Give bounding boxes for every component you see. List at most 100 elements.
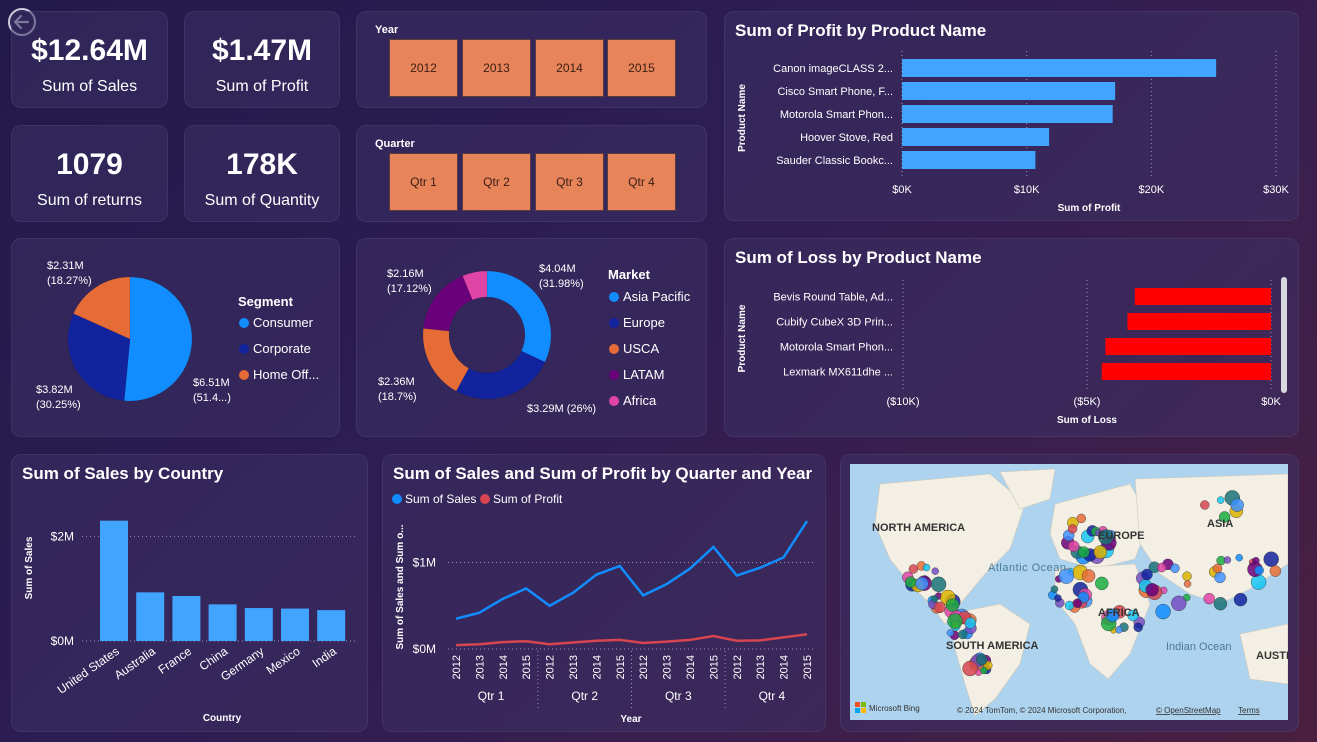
bar[interactable] — [281, 608, 309, 641]
profit-line[interactable] — [455, 633, 808, 647]
bar[interactable] — [317, 610, 346, 641]
map-bubble[interactable] — [1078, 546, 1090, 558]
legend-item-europe[interactable]: Europe — [609, 315, 665, 330]
map-bubble[interactable] — [1171, 595, 1187, 612]
legend-item-africa[interactable]: Africa — [609, 393, 656, 408]
legend-item-consumer[interactable]: Consumer — [239, 315, 313, 330]
bar[interactable] — [208, 604, 237, 641]
map-bubble[interactable] — [930, 576, 947, 593]
map-bubble[interactable] — [947, 613, 963, 629]
map-bubble[interactable] — [980, 666, 988, 675]
quarter-label: Qtr 3 — [665, 689, 692, 703]
bar[interactable] — [902, 59, 1217, 77]
map-bubble[interactable] — [1263, 551, 1279, 567]
year-option-2015[interactable]: 2015 — [607, 39, 676, 97]
map-bubble[interactable] — [1182, 571, 1192, 581]
scrollbar[interactable] — [1281, 277, 1287, 393]
map-bubble[interactable] — [1050, 585, 1059, 593]
quarter-option-1[interactable]: Qtr 1 — [389, 153, 458, 211]
map-bubble[interactable] — [1235, 553, 1243, 562]
world-map[interactable]: NORTH AMERICA EUROPE ASIA Atlantic Ocean… — [850, 464, 1288, 720]
bar[interactable] — [100, 520, 128, 641]
bar[interactable] — [1105, 338, 1271, 355]
map-bubble[interactable] — [1230, 498, 1244, 512]
year-option-2012[interactable]: 2012 — [389, 39, 458, 97]
profit-bar-chart[interactable]: $0K $10K $20K $30K Canon imageCLASS 2... Cisc… — [725, 12, 1300, 222]
map-bubble[interactable] — [975, 653, 988, 666]
pie-slice-europe[interactable] — [455, 350, 546, 400]
map-bubble[interactable] — [1157, 562, 1167, 573]
map-bubble[interactable] — [1141, 568, 1153, 581]
map-bubble[interactable] — [945, 598, 960, 612]
map-bubble[interactable] — [1269, 565, 1282, 577]
map-bubble[interactable] — [1155, 603, 1171, 620]
year-option-2013[interactable]: 2013 — [462, 39, 531, 97]
map-bubble[interactable] — [1212, 563, 1223, 574]
map-bubble[interactable] — [1183, 580, 1192, 588]
map-bubble[interactable] — [1067, 524, 1078, 534]
bar[interactable] — [1127, 313, 1271, 330]
legend-item-corporate[interactable]: Corporate — [239, 341, 311, 356]
quarter-option-2[interactable]: Qtr 2 — [462, 153, 531, 211]
map-bubble[interactable] — [1254, 565, 1264, 576]
map-bubble[interactable] — [1064, 600, 1075, 611]
bar[interactable] — [136, 592, 165, 641]
sales-line[interactable] — [455, 520, 809, 620]
bar[interactable] — [902, 151, 1036, 169]
map-bubble[interactable] — [957, 629, 968, 640]
bar[interactable] — [244, 608, 273, 641]
bar[interactable] — [1134, 288, 1271, 305]
market-donut-chart[interactable]: $4.04M (31.98%) $3.29M (26%) $2.36M (18.7%) $… — [357, 239, 708, 438]
map-bubble[interactable] — [1072, 598, 1083, 609]
map-bubble[interactable] — [934, 601, 946, 614]
quarter-option-4[interactable]: Qtr 4 — [607, 153, 676, 211]
map-bubble[interactable] — [1054, 594, 1062, 602]
loss-bar-chart[interactable]: ($10K) ($5K) $0K Bevis Round Table, Ad... Cu… — [725, 239, 1300, 438]
map-bubble[interactable] — [1203, 592, 1215, 605]
legend-item-latam[interactable]: LATAM — [609, 367, 664, 382]
bar[interactable] — [902, 105, 1113, 123]
bar[interactable] — [172, 596, 201, 641]
map-bubble[interactable] — [1067, 540, 1080, 553]
bar[interactable] — [1101, 363, 1271, 380]
map-bubble[interactable] — [1081, 569, 1096, 583]
map-bubble[interactable] — [1133, 622, 1143, 633]
map-bubble[interactable] — [1200, 500, 1210, 510]
map-osm-link[interactable]: © OpenStreetMap — [1156, 706, 1221, 715]
map-bubble[interactable] — [1145, 583, 1159, 597]
map-bubble[interactable] — [964, 617, 977, 629]
map-bubble[interactable] — [1115, 626, 1123, 634]
quarter-option-3[interactable]: Qtr 3 — [535, 153, 604, 211]
segment-pie-chart[interactable]: $6.51M (51.4...) $3.82M (30.25%) $2.31M (18.2… — [12, 239, 341, 438]
map-bubble[interactable] — [1213, 596, 1228, 611]
map-bubble[interactable] — [946, 629, 955, 637]
map-bubble[interactable] — [962, 660, 978, 677]
map-bubble[interactable] — [915, 576, 929, 591]
map-bubble[interactable] — [931, 567, 939, 575]
legend-item-asia-pacific[interactable]: Asia Pacific — [609, 289, 690, 304]
map-bubble[interactable] — [1095, 576, 1109, 591]
sales-profit-line-chart[interactable]: Sum of Sales Sum of Profit $0M $1M 2012 2013 2… — [383, 455, 827, 733]
map-bubble[interactable] — [1252, 556, 1260, 565]
map-bubble[interactable] — [1170, 563, 1180, 574]
map-bubble[interactable] — [930, 595, 939, 603]
map-bubble[interactable] — [1076, 513, 1087, 524]
map-bubble[interactable] — [1223, 556, 1232, 564]
map-bubble[interactable] — [1233, 592, 1248, 607]
pie-slice-consumer[interactable] — [123, 276, 193, 402]
year-option-2014[interactable]: 2014 — [535, 39, 604, 97]
map-bubble[interactable] — [1093, 545, 1108, 559]
map-bubble[interactable] — [1250, 574, 1267, 590]
country-bar-chart[interactable]: $0M$2MUnited StatesAustraliaFrance ChinaG… — [12, 455, 369, 733]
map-bubble[interactable] — [1214, 571, 1226, 584]
map-terms-link[interactable]: Terms — [1238, 706, 1260, 715]
bar[interactable] — [902, 82, 1116, 100]
map-bubble[interactable] — [922, 563, 931, 572]
legend-item-usca[interactable]: USCA — [609, 341, 659, 356]
map-bubble[interactable] — [908, 564, 919, 574]
legend-item-home-office[interactable]: Home Off... — [239, 367, 319, 382]
bar[interactable] — [902, 128, 1050, 146]
map-bubble[interactable] — [905, 576, 917, 588]
map-bubble[interactable] — [1217, 496, 1225, 504]
map-canvas[interactable]: NORTH AMERICA EUROPE ASIA Atlantic Ocean… — [850, 464, 1288, 720]
